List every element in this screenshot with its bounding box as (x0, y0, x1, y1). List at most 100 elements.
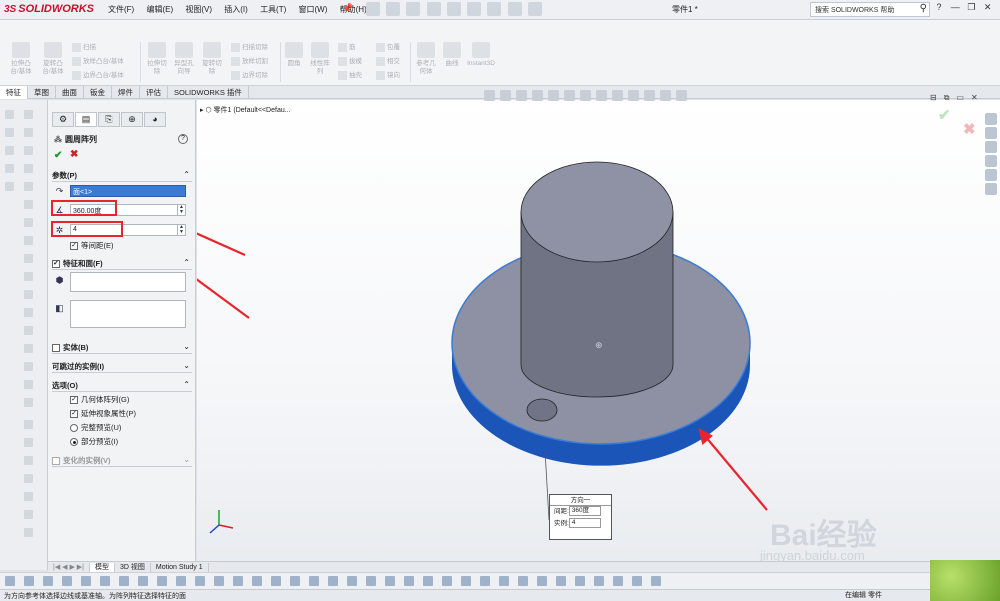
toolbar-icon[interactable] (271, 576, 281, 586)
partial-preview-radio[interactable]: 部分预览(I) (70, 436, 118, 447)
toolbar-icon[interactable] (5, 164, 14, 173)
toolbar-icon[interactable] (5, 182, 14, 191)
toolbar-icon[interactable] (24, 110, 33, 119)
boundary-boss-button[interactable]: 边界凸台/基体 (72, 69, 124, 80)
hole-wizard-button[interactable]: 异型孔 向导 (170, 42, 198, 76)
toolbar-icon[interactable] (233, 576, 243, 586)
section-parameters[interactable]: 参数(P) ⌃ (52, 170, 192, 182)
shell-button[interactable]: 抽壳 (338, 69, 362, 80)
boundary-cut-button[interactable]: 边界切除 (231, 69, 268, 80)
toolbar-icon[interactable] (24, 218, 33, 227)
curves-button[interactable]: 曲线 (440, 42, 464, 68)
toolbar-icon[interactable] (214, 576, 224, 586)
toolbar-icon[interactable] (632, 576, 642, 586)
pattern-axis-field[interactable]: 面<1> (70, 185, 186, 197)
axis-direction-icon[interactable]: ↷ (53, 185, 66, 197)
save-icon[interactable] (406, 2, 421, 16)
toolbar-icon[interactable] (613, 576, 623, 586)
tab-sketch[interactable]: 草图 (28, 86, 56, 99)
toolbar-icon[interactable] (24, 182, 33, 191)
toolbar-icon[interactable] (24, 326, 33, 335)
toolbar-icon[interactable] (24, 200, 33, 209)
tab-weldments[interactable]: 焊件 (112, 86, 140, 99)
toolbar-icon[interactable] (24, 492, 33, 501)
toolbar-icon[interactable] (176, 576, 186, 586)
help-search-input[interactable]: 搜索 SOLIDWORKS 帮助 ⚲ (810, 2, 930, 17)
toolbar-icon[interactable] (499, 576, 509, 586)
toolbar-icon[interactable] (480, 576, 490, 586)
close-button[interactable]: ✕ (981, 2, 995, 13)
feature-manager-tab-icon[interactable]: ⚙ (52, 112, 74, 127)
select-icon[interactable] (467, 2, 482, 16)
undo-icon[interactable] (446, 2, 461, 16)
sweep-button[interactable]: 扫描 (72, 41, 96, 52)
callout-spacing-field[interactable]: 360度 (568, 506, 601, 517)
swept-cut-button[interactable]: 扫描切除 (231, 41, 268, 52)
toolbar-icon[interactable] (442, 576, 452, 586)
restore-button[interactable]: ❐ (964, 2, 978, 13)
display-manager-tab-icon[interactable]: ◕ (144, 112, 166, 127)
toolbar-icon[interactable] (100, 576, 110, 586)
search-icon[interactable]: ⚲ (920, 3, 927, 14)
extrude-boss-button[interactable]: 拉伸凸 台/基体 (6, 42, 36, 76)
toolbar-icon[interactable] (5, 146, 14, 155)
section-skip-instances[interactable]: 可跳过的实例(I) ⌄ (52, 361, 192, 373)
tab-addins[interactable]: SOLIDWORKS 插件 (168, 86, 249, 99)
callout-count-field[interactable]: 4 (568, 518, 601, 529)
toolbar-icon[interactable] (423, 576, 433, 586)
toolbar-icon[interactable] (24, 290, 33, 299)
menu-edit[interactable]: 编辑(E) (146, 4, 173, 15)
toolbar-icon[interactable] (24, 272, 33, 281)
cylinder-top[interactable] (520, 161, 674, 263)
toolbar-icon[interactable] (309, 576, 319, 586)
toolbar-icon[interactable] (24, 380, 33, 389)
configuration-manager-tab-icon[interactable]: ⎘ (98, 112, 120, 127)
toolbar-icon[interactable] (5, 128, 14, 137)
toolbar-icon[interactable] (24, 308, 33, 317)
toolbar-icon[interactable] (24, 438, 33, 447)
toolbar-icon[interactable] (328, 576, 338, 586)
toolbar-icon[interactable] (5, 576, 15, 586)
features-to-pattern-list[interactable] (70, 272, 186, 292)
menu-window[interactable]: 窗口(W) (299, 4, 328, 15)
file-properties-icon[interactable] (507, 2, 522, 16)
propagate-visual-checkbox[interactable]: ✓ 延伸视象属性(P) (70, 408, 136, 419)
toolbar-icon[interactable] (24, 344, 33, 353)
toolbar-icon[interactable] (385, 576, 395, 586)
open-document-icon[interactable] (386, 2, 401, 16)
solidworks-logo[interactable]: 3S SOLIDWORKS (4, 3, 94, 15)
ok-button[interactable]: ✔ (54, 150, 62, 161)
toolbar-icon[interactable] (24, 576, 34, 586)
toolbar-icon[interactable] (290, 576, 300, 586)
toolbar-icon[interactable] (24, 146, 33, 155)
print-icon[interactable] (426, 2, 441, 16)
instances-spinner[interactable]: ▲ ▼ (177, 225, 185, 235)
toolbar-icon[interactable] (81, 576, 91, 586)
toolbar-icon[interactable] (24, 362, 33, 371)
draft-button[interactable]: 拔模 (338, 55, 362, 66)
toolbar-icon[interactable] (594, 576, 604, 586)
tab-features[interactable]: 特征 (0, 86, 28, 99)
section-options[interactable]: 选项(O) ⌃ (52, 380, 192, 392)
toolbar-icon[interactable] (575, 576, 585, 586)
section-bodies[interactable]: 实体(B) ⌄ (52, 342, 192, 354)
toolbar-icon[interactable] (24, 474, 33, 483)
toolbar-icon[interactable] (24, 510, 33, 519)
pattern-callout[interactable]: 方向一 间距: 360度 实例: 4 (549, 494, 612, 540)
pin-icon[interactable]: 📌 (342, 3, 353, 14)
toolbar-icon[interactable] (43, 576, 53, 586)
instant3d-button[interactable]: Instant3D (464, 42, 498, 68)
tab-surfaces[interactable]: 曲面 (56, 86, 84, 99)
menu-insert[interactable]: 插入(I) (224, 4, 248, 15)
tab-sheet-metal[interactable]: 钣金 (84, 86, 112, 99)
minimize-button[interactable]: — (948, 2, 962, 12)
toolbar-icon[interactable] (252, 576, 262, 586)
menu-file[interactable]: 文件(F) (108, 4, 134, 15)
toolbar-icon[interactable] (461, 576, 471, 586)
help-icon[interactable]: ? (932, 2, 946, 12)
pattern-hole[interactable] (526, 398, 558, 422)
toolbar-icon[interactable] (24, 254, 33, 263)
property-manager-tab-icon[interactable]: ▤ (75, 112, 97, 127)
rib-button[interactable]: 筋 (338, 41, 356, 52)
toolbar-icon[interactable] (651, 576, 661, 586)
